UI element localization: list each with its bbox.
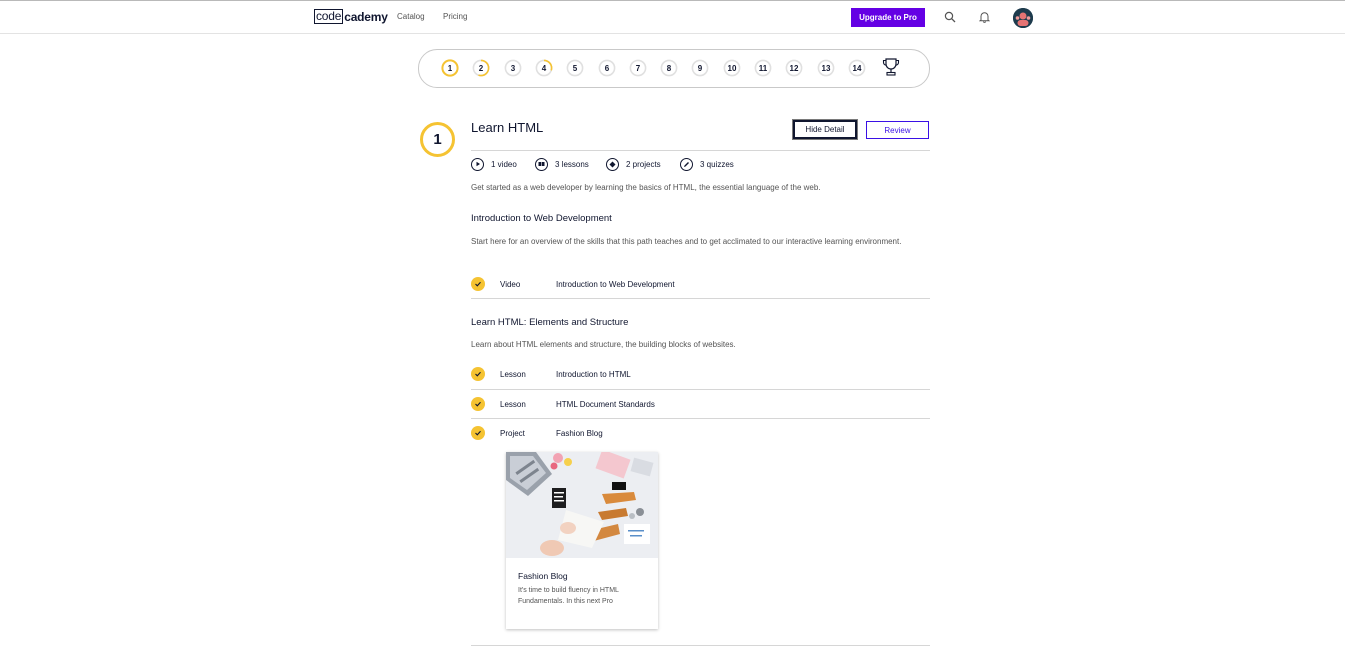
stat-video: 1 video: [471, 157, 517, 171]
project-card-title: Fashion Blog: [518, 571, 568, 581]
item-type: Project: [500, 428, 525, 438]
project-card[interactable]: Fashion Blog It's time to build fluency …: [506, 452, 658, 629]
step-label: 14: [852, 63, 862, 73]
step-label: 5: [572, 63, 578, 73]
step-label: 3: [510, 63, 516, 73]
item-type: Lesson: [500, 399, 526, 409]
stat-quizzes: 3 quizzes: [680, 157, 734, 171]
step-14[interactable]: 14: [848, 59, 866, 77]
avatar[interactable]: [1013, 8, 1033, 28]
list-item[interactable]: Lesson HTML Document Standards: [471, 396, 930, 412]
item-type: Lesson: [500, 369, 526, 379]
review-button[interactable]: Review: [866, 121, 929, 139]
step-label: 1: [447, 63, 453, 73]
step-4[interactable]: 4: [535, 59, 553, 77]
codecademy-logo[interactable]: code cademy: [314, 9, 388, 24]
step-2[interactable]: 2: [472, 59, 490, 77]
upgrade-to-pro-button[interactable]: Upgrade to Pro: [851, 8, 925, 27]
item-name[interactable]: Introduction to HTML: [556, 370, 631, 379]
play-icon: [471, 157, 484, 171]
step-label: 8: [666, 63, 672, 73]
step-1[interactable]: 1: [441, 59, 459, 77]
step-label: 2: [478, 63, 484, 73]
stat-projects-label: 2 projects: [626, 159, 661, 169]
step-5[interactable]: 5: [566, 59, 584, 77]
divider: [471, 150, 930, 151]
step-label: 11: [758, 63, 768, 73]
divider: [471, 418, 930, 419]
step-6[interactable]: 6: [598, 59, 616, 77]
trophy-icon[interactable]: [881, 57, 901, 77]
stat-projects: 2 projects: [606, 157, 661, 171]
step-3[interactable]: 3: [504, 59, 522, 77]
item-name[interactable]: Introduction to Web Development: [556, 280, 675, 289]
check-icon: [471, 367, 485, 381]
check-icon: [471, 277, 485, 291]
step-13[interactable]: 13: [817, 59, 835, 77]
step-9[interactable]: 9: [691, 59, 709, 77]
step-7[interactable]: 7: [629, 59, 647, 77]
section-title: Learn HTML: Elements and Structure: [471, 317, 629, 328]
list-item[interactable]: Lesson Introduction to HTML: [471, 366, 930, 382]
list-item[interactable]: Project Fashion Blog: [471, 425, 930, 441]
item-type: Video: [500, 279, 521, 289]
pencil-icon: [680, 157, 693, 171]
step-12[interactable]: 12: [785, 59, 803, 77]
project-card-image: [506, 452, 658, 558]
step-11[interactable]: 11: [754, 59, 772, 77]
step-8[interactable]: 8: [660, 59, 678, 77]
step-label: 9: [697, 63, 703, 73]
step-label: 10: [727, 63, 737, 73]
bell-icon[interactable]: [977, 10, 991, 24]
stat-video-label: 1 video: [491, 159, 517, 169]
search-icon[interactable]: [943, 10, 957, 24]
step-label: 7: [635, 63, 641, 73]
stat-quizzes-label: 3 quizzes: [700, 159, 734, 169]
section-description: Learn about HTML elements and structure,…: [471, 340, 736, 349]
section-description: Start here for an overview of the skills…: [471, 237, 902, 246]
unit-number-badge: 1: [420, 122, 455, 157]
unit-title: Learn HTML: [471, 120, 544, 135]
divider: [471, 389, 930, 390]
stat-lessons: 3 lessons: [535, 157, 589, 171]
divider: [471, 298, 930, 299]
step-10[interactable]: 10: [723, 59, 741, 77]
hide-detail-button[interactable]: Hide Detail: [793, 120, 857, 139]
item-name[interactable]: Fashion Blog: [556, 429, 603, 438]
stat-lessons-label: 3 lessons: [555, 159, 589, 169]
navbar: code cademy Catalog Pricing Upgrade to Pr…: [0, 1, 1345, 34]
unit-description: Get started as a web developer by learni…: [471, 183, 821, 192]
step-label: 12: [789, 63, 799, 73]
step-label: 13: [821, 63, 831, 73]
check-icon: [471, 426, 485, 440]
section-title: Introduction to Web Development: [471, 213, 612, 224]
list-item[interactable]: Video Introduction to Web Development: [471, 276, 930, 292]
check-icon: [471, 397, 485, 411]
project-card-description: It's time to build fluency in HTML Funda…: [518, 587, 619, 605]
step-label: 6: [604, 63, 610, 73]
nav-link-pricing[interactable]: Pricing: [443, 12, 467, 21]
nav-link-catalog[interactable]: Catalog: [397, 12, 425, 21]
item-name[interactable]: HTML Document Standards: [556, 400, 655, 409]
step-label: 4: [541, 63, 547, 73]
book-icon: [535, 157, 548, 171]
project-icon: [606, 157, 619, 171]
